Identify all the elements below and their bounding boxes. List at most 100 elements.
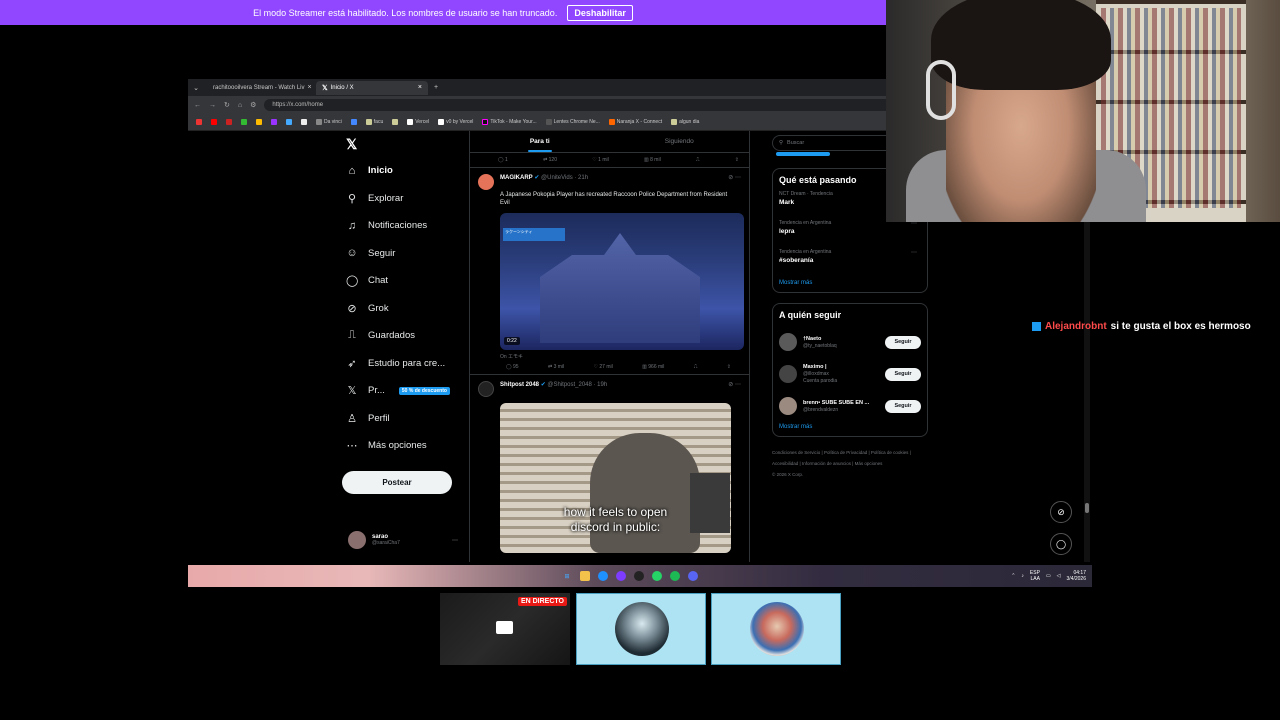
close-icon[interactable]: × <box>418 84 422 91</box>
windows-icon[interactable]: ⊞ <box>562 571 572 581</box>
tab-twitch[interactable]: rachitoooilvera Stream - Watch Liv × <box>204 81 316 95</box>
chrome-icon[interactable] <box>350 119 357 125</box>
nav-item-explore[interactable]: ⚲ Explorar <box>346 185 486 213</box>
like-button[interactable]: ♡ 1 mil <box>592 157 608 163</box>
avatar[interactable] <box>478 381 494 397</box>
reload-icon[interactable]: ↻ <box>224 101 230 109</box>
post-button[interactable]: Postear <box>342 471 452 494</box>
more-icon[interactable]: ⋯ <box>452 537 458 544</box>
show-more-link[interactable]: Mostrar más <box>779 280 921 286</box>
folder-icon[interactable] <box>392 119 399 125</box>
tweet-video[interactable]: ラクーンシティ 0:22 <box>500 213 744 350</box>
avatar[interactable] <box>478 174 494 190</box>
follow-item[interactable]: Maximo | @illoxdmax Cuenta parodia Segui… <box>779 358 921 390</box>
bookmark-item[interactable]: Naranja X - Connect <box>608 119 662 125</box>
twitch-icon[interactable] <box>271 119 277 125</box>
show-more-link[interactable]: Mostrar más <box>779 424 921 430</box>
nav-item-profile[interactable]: ♙ Perfil <box>346 405 486 433</box>
account-switcher[interactable]: sarao @saraiCha7 ⋯ <box>348 531 458 549</box>
grok-icon[interactable]: ⊘ ⋯ <box>728 174 741 181</box>
nav-item-home[interactable]: ⌂ Inicio <box>346 157 486 185</box>
forward-icon[interactable]: → <box>209 102 216 109</box>
nav-item-premium[interactable]: 𝕏 Pr... 50 % de descuento <box>346 377 486 405</box>
pinterest-icon[interactable] <box>226 119 232 125</box>
bookmark-item[interactable]: Lentes Chrome Ne... <box>545 119 600 125</box>
follow-item[interactable]: brenn• SUBE SUBE EN ... @brendvaldezn Se… <box>779 390 921 422</box>
sheets-icon[interactable] <box>241 119 247 125</box>
url-field[interactable]: https://x.com/home <box>264 99 945 111</box>
footer-link[interactable]: Política de Privacidad <box>824 450 867 455</box>
file-explorer-icon[interactable] <box>580 571 590 581</box>
obs-icon[interactable] <box>616 571 626 581</box>
chat-icon[interactable]: ◯ <box>1050 533 1072 555</box>
follow-button[interactable]: Seguir <box>885 367 921 381</box>
x-icon[interactable] <box>301 119 307 125</box>
trend-item[interactable]: Tendencia en Argentina #soberanía ⋯ <box>779 249 921 278</box>
preview-thumbnail-live[interactable]: EN DIRECTO <box>440 593 570 665</box>
bookmark-item[interactable]: v0 by Vercel <box>438 119 473 125</box>
drive-icon[interactable] <box>256 119 262 125</box>
chevron-up-icon[interactable]: ⌃ <box>1011 573 1015 579</box>
reply-button[interactable]: ◯ 1 <box>498 157 508 163</box>
new-tab-icon[interactable]: + <box>428 84 444 91</box>
bookmark-icon[interactable]: ⎍ <box>696 157 700 163</box>
nav-item-notifications[interactable]: ♫ Notificaciones <box>346 212 486 240</box>
youtube-icon[interactable] <box>211 119 217 125</box>
footer-link[interactable]: Condiciones de Servicio <box>772 450 820 455</box>
nav-item-follow[interactable]: ☺ Seguir <box>346 240 486 268</box>
mic-icon[interactable]: ♪ <box>1021 573 1024 579</box>
nav-item-creator-studio[interactable]: ➶ Estudio para cre... <box>346 350 486 378</box>
bookmark-item[interactable]: facu <box>365 119 383 125</box>
nav-item-bookmarks[interactable]: ⎍ Guardados <box>346 322 486 350</box>
capcut-icon[interactable] <box>634 571 644 581</box>
back-icon[interactable]: ← <box>194 102 201 109</box>
follow-item[interactable]: †Naeto @ty_naetoblaq Seguir <box>779 326 921 358</box>
footer-link[interactable]: Accesibilidad <box>772 461 798 466</box>
tab-x-home[interactable]: 𝕏 Inicio / X × <box>316 80 428 95</box>
bookmark-icon[interactable]: ⎍ <box>694 364 698 370</box>
home-icon[interactable]: ⌂ <box>238 102 242 109</box>
follow-button[interactable]: Seguir <box>885 399 921 413</box>
bookmark-item[interactable]: Vercel <box>407 119 429 125</box>
share-icon[interactable]: ⇪ <box>735 157 739 163</box>
footer-link[interactable]: Política de cookies <box>871 450 909 455</box>
scroll-thumb[interactable] <box>1085 503 1089 513</box>
volume-icon[interactable]: ◁ <box>1057 573 1061 579</box>
reply-button[interactable]: ◯ 95 <box>506 364 519 370</box>
like-button[interactable]: ♡ 27 mil <box>594 364 613 370</box>
author-name[interactable]: Shitpost 2048 <box>500 382 539 388</box>
nav-item-more[interactable]: ⋯ Más opciones <box>346 432 486 460</box>
gmail-icon[interactable] <box>196 119 202 125</box>
grok-icon[interactable]: ⊘ <box>1050 501 1072 523</box>
follow-button[interactable]: Seguir <box>885 335 921 349</box>
grok-icon[interactable]: ⊘ ⋯ <box>728 381 741 388</box>
discord-icon[interactable] <box>688 571 698 581</box>
author-name[interactable]: MAGIKARP <box>500 175 533 181</box>
disable-streamer-mode-button[interactable]: Deshabilitar <box>567 4 633 21</box>
tab-list-icon[interactable]: ⌄ <box>188 84 204 92</box>
x-logo-icon[interactable]: 𝕏 <box>346 136 357 153</box>
network-icon[interactable]: ▭ <box>1046 573 1051 579</box>
tab-following[interactable]: Siguiendo <box>610 131 750 152</box>
tweet-video[interactable]: how it feels to open discord in public: <box>500 403 731 553</box>
nav-item-chat[interactable]: ◯ Chat <box>346 267 486 295</box>
tweet[interactable]: MAGIKARP ✔ @UniteVids · 21h ⊘ ⋯ A Japane… <box>470 167 749 374</box>
repost-button[interactable]: ⇄ 120 <box>543 157 557 163</box>
views-button[interactable]: ▥ 966 mil <box>642 364 664 370</box>
bookmark-item[interactable]: algun dia <box>671 119 699 125</box>
tweet[interactable]: Shitpost 2048 ✔ @Shitpost_2048 · 19h ⊘ ⋯… <box>470 374 749 553</box>
docs-icon[interactable] <box>286 119 292 125</box>
nav-item-grok[interactable]: ⊘ Grok <box>346 295 486 323</box>
spotify-icon[interactable] <box>670 571 680 581</box>
preview-thumbnail-avatar[interactable] <box>576 593 706 665</box>
footer-link[interactable]: Información de anuncios <box>802 461 851 466</box>
clock[interactable]: 04:17 3/4/2026 <box>1067 570 1086 582</box>
repost-button[interactable]: ⇄ 3 mil <box>548 364 564 370</box>
bookmark-item[interactable]: Da vinci <box>316 119 342 125</box>
whatsapp-icon[interactable] <box>652 571 662 581</box>
trend-item[interactable]: Tendencia en Argentina lepra ⋯ <box>779 220 921 249</box>
footer-link[interactable]: Más opciones <box>855 461 883 466</box>
more-icon[interactable]: ⋯ <box>911 249 917 256</box>
language-indicator[interactable]: ESP LAA <box>1030 570 1040 582</box>
views-button[interactable]: ▥ 8 mil <box>644 157 661 163</box>
